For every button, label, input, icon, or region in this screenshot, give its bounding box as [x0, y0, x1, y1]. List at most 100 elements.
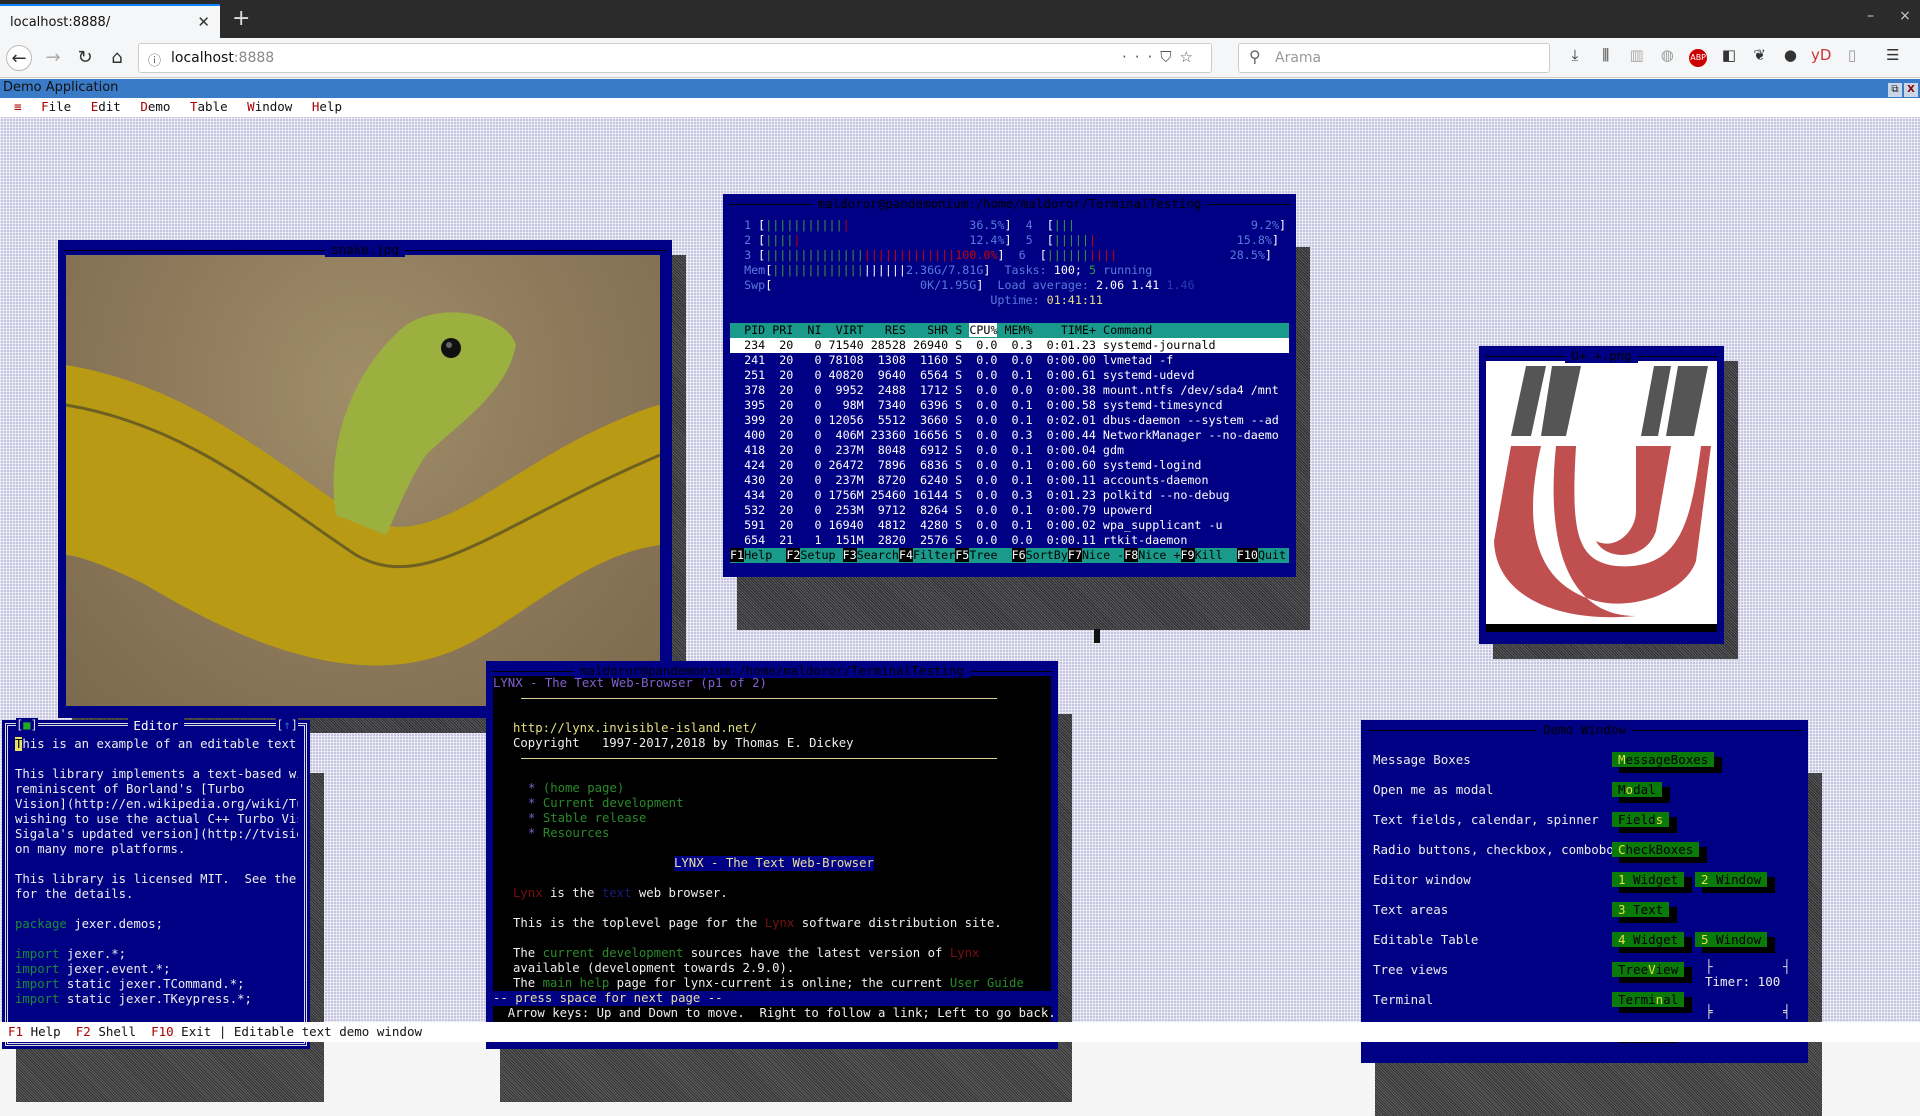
process-row[interactable]: 418 20 0 237M 8048 6912 S 0.0 0.1 0:00.0…: [730, 443, 1289, 458]
restore-icon[interactable]: ⧉: [1888, 83, 1902, 97]
column-cpu[interactable]: CPU%: [969, 323, 998, 337]
process-table-header[interactable]: PID PRI NI VIRT RES SHR S CPU% MEM% TIME…: [730, 323, 1289, 338]
reader-icon[interactable]: ▥: [1624, 46, 1650, 64]
fkey-f1[interactable]: F1Help: [730, 548, 786, 562]
column-res[interactable]: RES: [864, 323, 906, 337]
bookmark-star-icon[interactable]: ☆: [1180, 48, 1201, 66]
process-row[interactable]: 400 20 0 406M 23360 16656 S 0.0 0.3 0:00…: [730, 428, 1289, 443]
tab-close-icon[interactable]: ✕: [197, 13, 210, 31]
library-icon[interactable]: ⫼: [1593, 46, 1619, 64]
column-pri[interactable]: PRI: [765, 323, 793, 337]
fkey-f3[interactable]: F3Search: [842, 548, 899, 562]
process-row[interactable]: 234 20 0 71540 28528 26940 S 0.0 0.3 0:0…: [730, 338, 1289, 353]
yd-icon[interactable]: yD: [1808, 46, 1834, 64]
column-command[interactable]: Command: [1096, 323, 1152, 337]
demo-button[interactable]: Terminal: [1612, 992, 1693, 1013]
menu-help[interactable]: Help: [312, 99, 342, 114]
info-icon[interactable]: ⓘ: [148, 50, 161, 69]
editor-text-area[interactable]: This is an example of an editable text f…: [15, 737, 298, 1037]
process-row[interactable]: 378 20 0 9952 2488 1712 S 0.0 0.0 0:00.3…: [730, 383, 1289, 398]
close-icon[interactable]: X: [1904, 83, 1918, 97]
menu-window[interactable]: Window: [247, 99, 292, 114]
footprint-icon[interactable]: ❦: [1747, 46, 1773, 64]
pocket-icon[interactable]: ⛉: [1160, 48, 1179, 66]
lynx-link[interactable]: current development: [543, 946, 684, 960]
demo-button[interactable]: MessageBoxes: [1612, 752, 1723, 773]
close-window-button[interactable]: ×: [1890, 8, 1920, 24]
reload-button[interactable]: ↻: [72, 45, 98, 71]
adblock-icon[interactable]: ABP: [1689, 49, 1708, 67]
column-ni[interactable]: NI: [793, 323, 821, 337]
url-bar[interactable]: ⓘ localhost:8888 ···⛉☆: [138, 43, 1212, 73]
process-row[interactable]: 251 20 0 40820 9640 6564 S 0.0 0.1 0:00.…: [730, 368, 1289, 383]
process-row[interactable]: 430 20 0 237M 8720 6240 S 0.0 0.1 0:00.1…: [730, 473, 1289, 488]
process-row[interactable]: 395 20 0 98M 7340 6396 S 0.0 0.1 0:00.58…: [730, 398, 1289, 413]
process-row[interactable]: 241 20 0 78108 1308 1160 S 0.0 0.0 0:00.…: [730, 353, 1289, 368]
process-row[interactable]: 654 21 1 151M 2820 2576 S 0.0 0.0 0:00.1…: [730, 533, 1289, 548]
demo-window[interactable]: Demo Window Message Boxes MessageBoxes Ope…: [1361, 720, 1808, 1063]
fkey-f2[interactable]: F2Setup: [786, 548, 842, 562]
demo-button[interactable]: 4 Widget: [1612, 932, 1693, 953]
lynx-link-current[interactable]: * Current development: [528, 796, 683, 811]
process-row[interactable]: 399 20 0 12056 5512 3660 S 0.0 0.1 0:02.…: [730, 413, 1289, 428]
lynx-link[interactable]: main help: [543, 976, 610, 990]
fkey-f4[interactable]: F4Filter: [898, 548, 955, 562]
column-s[interactable]: S: [948, 323, 962, 337]
demo-button[interactable]: 2 Window: [1695, 872, 1776, 893]
forward-button[interactable]: →: [40, 45, 66, 71]
demo-button[interactable]: CheckBoxes: [1612, 842, 1708, 863]
htop-terminal-window[interactable]: maldoror@pandemonium:/home/maldoror/Term…: [723, 194, 1296, 577]
menu-system[interactable]: ≡: [14, 99, 22, 114]
menu-icon[interactable]: ☰: [1880, 46, 1906, 64]
process-row[interactable]: 591 20 0 16940 4812 4280 S 0.0 0.1 0:00.…: [730, 518, 1289, 533]
lynx-link[interactable]: User Guide: [950, 976, 1024, 990]
editor-window[interactable]: Editor [■] [↑] This is an example of an …: [2, 718, 310, 1049]
maximize-button[interactable]: [↑]: [276, 718, 298, 732]
snake-image-window[interactable]: snake.jpg: [58, 240, 672, 718]
home-button[interactable]: ⌂: [104, 45, 130, 71]
column-time[interactable]: TIME+: [1033, 323, 1096, 337]
demo-button[interactable]: Modal: [1612, 782, 1670, 803]
page-actions-icon[interactable]: ···: [1122, 48, 1160, 66]
browser-tab[interactable]: localhost:8888/ ✕: [0, 4, 220, 38]
demo-button[interactable]: TreeView: [1612, 962, 1693, 983]
lynx-link-home[interactable]: * (home page): [528, 781, 624, 796]
extension-icon[interactable]: ●: [1777, 46, 1803, 64]
sidebar-icon[interactable]: ◧: [1716, 46, 1742, 64]
column-virt[interactable]: VIRT: [822, 323, 864, 337]
column-shr[interactable]: SHR: [906, 323, 948, 337]
demo-button[interactable]: 5 Window: [1695, 932, 1776, 953]
demo-button[interactable]: Fields: [1612, 812, 1678, 833]
column-pid[interactable]: PID: [730, 323, 765, 337]
close-window-button[interactable]: [■]: [16, 718, 38, 732]
process-row[interactable]: 532 20 0 253M 9712 8264 S 0.0 0.1 0:00.7…: [730, 503, 1289, 518]
downloads-icon[interactable]: ⤓: [1562, 46, 1588, 64]
search-input[interactable]: ⚲ Arama: [1238, 43, 1550, 73]
lynx-terminal-window[interactable]: maldoror@pandemonium:/home/maldoror/Term…: [486, 661, 1058, 1049]
menu-demo[interactable]: Demo: [140, 99, 170, 114]
fkey-f5[interactable]: F5Tree: [955, 548, 1011, 562]
logo-image-window[interactable]: U+ +.png: [1479, 346, 1724, 644]
globe-icon[interactable]: ◍: [1654, 46, 1680, 64]
status-f2[interactable]: F2 Shell: [76, 1024, 136, 1039]
new-tab-button[interactable]: +: [232, 6, 250, 31]
fkey-f9[interactable]: F9Kill: [1180, 548, 1237, 562]
lynx-link-resources[interactable]: * Resources: [528, 826, 609, 841]
document-icon[interactable]: ▯: [1839, 46, 1865, 64]
process-row[interactable]: 434 20 0 1756M 25460 16144 S 0.0 0.3 0:0…: [730, 488, 1289, 503]
menu-table[interactable]: Table: [190, 99, 228, 114]
status-f10[interactable]: F10 Exit: [151, 1024, 211, 1039]
minimize-button[interactable]: –: [1856, 8, 1886, 24]
status-f1[interactable]: F1 Help: [8, 1024, 61, 1039]
lynx-link-stable[interactable]: * Stable release: [528, 811, 646, 826]
fkey-f8[interactable]: F8Nice +: [1124, 548, 1181, 562]
fkey-f10[interactable]: F10Quit: [1236, 548, 1286, 562]
menu-file[interactable]: File: [41, 99, 71, 114]
fkey-f6[interactable]: F6SortBy: [1011, 548, 1068, 562]
fkey-f7[interactable]: F7Nice -: [1067, 548, 1124, 562]
demo-button[interactable]: 3 Text: [1612, 902, 1678, 923]
column-mem[interactable]: MEM%: [997, 323, 1033, 337]
menu-edit[interactable]: Edit: [91, 99, 121, 114]
process-row[interactable]: 424 20 0 26472 7896 6836 S 0.0 0.1 0:00.…: [730, 458, 1289, 473]
lynx-url[interactable]: http://lynx.invisible-island.net/: [513, 721, 757, 736]
